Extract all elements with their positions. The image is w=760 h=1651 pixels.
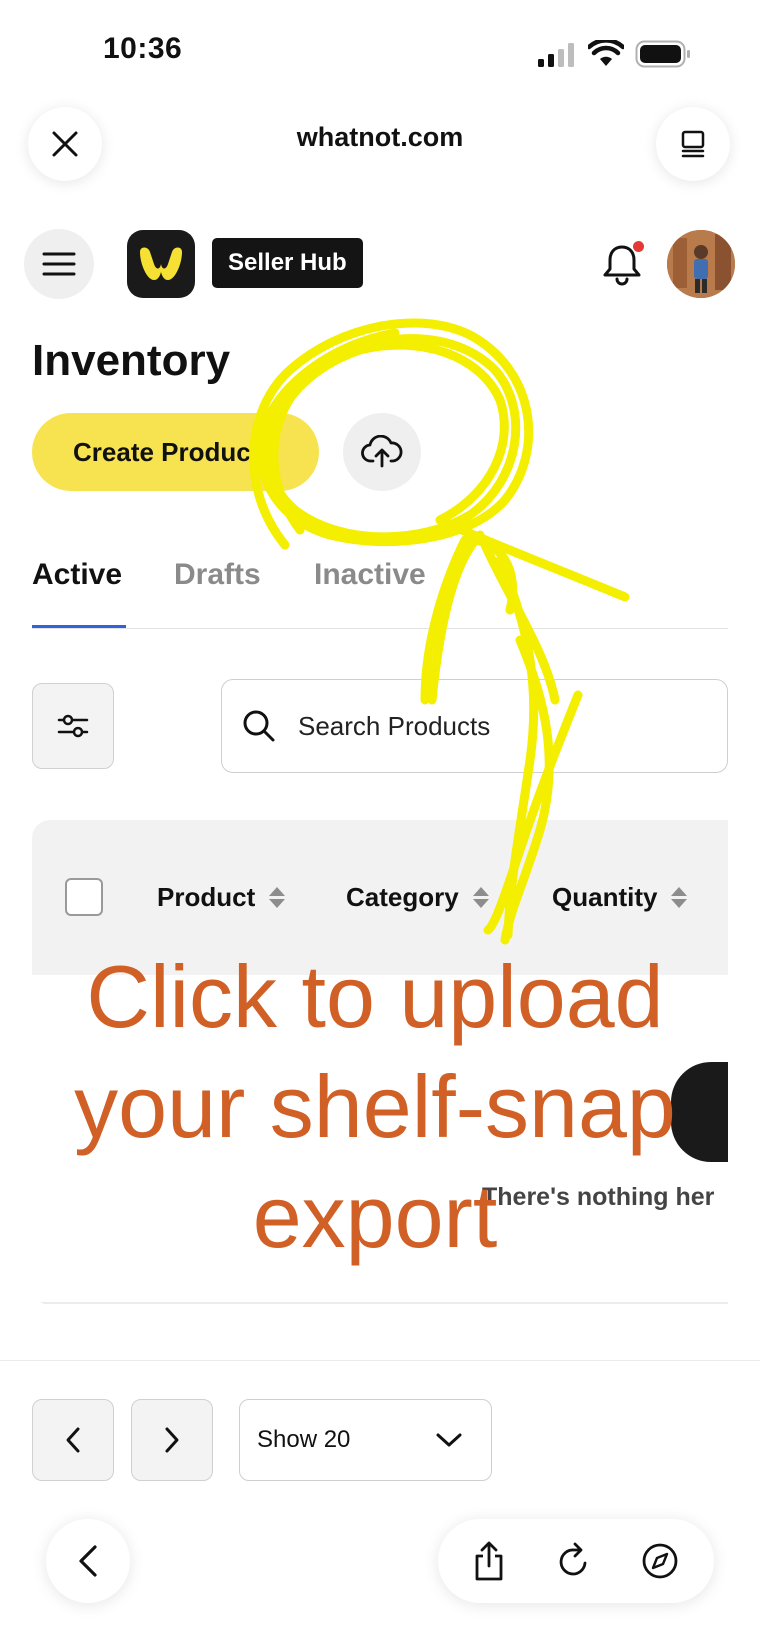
- share-icon[interactable]: [472, 1540, 506, 1582]
- page-size-label: Show 20: [257, 1426, 351, 1453]
- annotation-line-2: your shelf-snap: [74, 1057, 676, 1156]
- annotation-line-3: export: [252, 1167, 498, 1266]
- select-all-checkbox[interactable]: [65, 878, 103, 916]
- sort-icon: [269, 887, 286, 908]
- sort-icon: [671, 887, 688, 908]
- create-product-button[interactable]: Create Produc: [32, 413, 319, 491]
- battery-icon: [635, 40, 690, 68]
- page-title: Inventory: [32, 336, 231, 385]
- search-input[interactable]: [296, 709, 680, 743]
- annotation-line-1: Click to upload: [86, 947, 664, 1046]
- browser-toolbar: [438, 1519, 714, 1603]
- table-bottom-border: [32, 1302, 728, 1304]
- cellular-signal-icon: [538, 43, 574, 67]
- whatnot-logo[interactable]: [127, 230, 195, 298]
- avatar[interactable]: [667, 230, 735, 298]
- tabs-divider: [32, 628, 728, 629]
- whatnot-logo-icon: [140, 247, 182, 280]
- column-label: Product: [157, 882, 256, 912]
- filter-button[interactable]: [32, 683, 114, 769]
- reload-icon[interactable]: [554, 1541, 592, 1581]
- annotation-text: Click to upload your shelf-snap export: [10, 942, 740, 1272]
- notification-dot: [633, 241, 644, 252]
- browser-back-button[interactable]: [46, 1519, 130, 1603]
- search-box[interactable]: [221, 679, 728, 773]
- tab-inactive[interactable]: Inactive: [314, 558, 426, 592]
- seller-hub-badge[interactable]: Seller Hub: [212, 238, 363, 288]
- column-header-category[interactable]: Category: [346, 882, 489, 913]
- column-header-quantity[interactable]: Quantity: [552, 882, 688, 913]
- chevron-left-icon: [79, 1545, 97, 1577]
- tab-active[interactable]: Active: [32, 558, 122, 592]
- search-icon: [243, 710, 275, 742]
- footer-divider: [0, 1360, 760, 1361]
- chevron-left-icon: [66, 1427, 80, 1453]
- active-tab-indicator: [32, 625, 126, 628]
- status-time: 10:36: [103, 32, 183, 65]
- next-page-button[interactable]: [131, 1399, 213, 1481]
- upload-button[interactable]: [343, 413, 421, 491]
- tabs-icon: [681, 130, 705, 158]
- browser-url[interactable]: whatnot.com: [0, 122, 760, 153]
- wifi-icon: [588, 40, 624, 66]
- sort-icon: [472, 887, 489, 908]
- tab-drafts[interactable]: Drafts: [174, 558, 261, 592]
- hamburger-icon: [42, 252, 76, 276]
- column-label: Category: [346, 882, 459, 912]
- compass-icon[interactable]: [640, 1541, 680, 1581]
- cloud-upload-icon: [361, 435, 403, 468]
- page-size-select[interactable]: Show 20: [239, 1399, 492, 1481]
- tabs-overview-button[interactable]: [656, 107, 730, 181]
- menu-button[interactable]: [24, 229, 94, 299]
- column-label: Quantity: [552, 882, 658, 912]
- column-header-product[interactable]: Product: [157, 882, 286, 913]
- chevron-right-icon: [165, 1427, 179, 1453]
- avatar-photo: [667, 230, 735, 298]
- sliders-icon: [57, 714, 89, 738]
- previous-page-button[interactable]: [32, 1399, 114, 1481]
- chevron-down-icon: [436, 1433, 462, 1447]
